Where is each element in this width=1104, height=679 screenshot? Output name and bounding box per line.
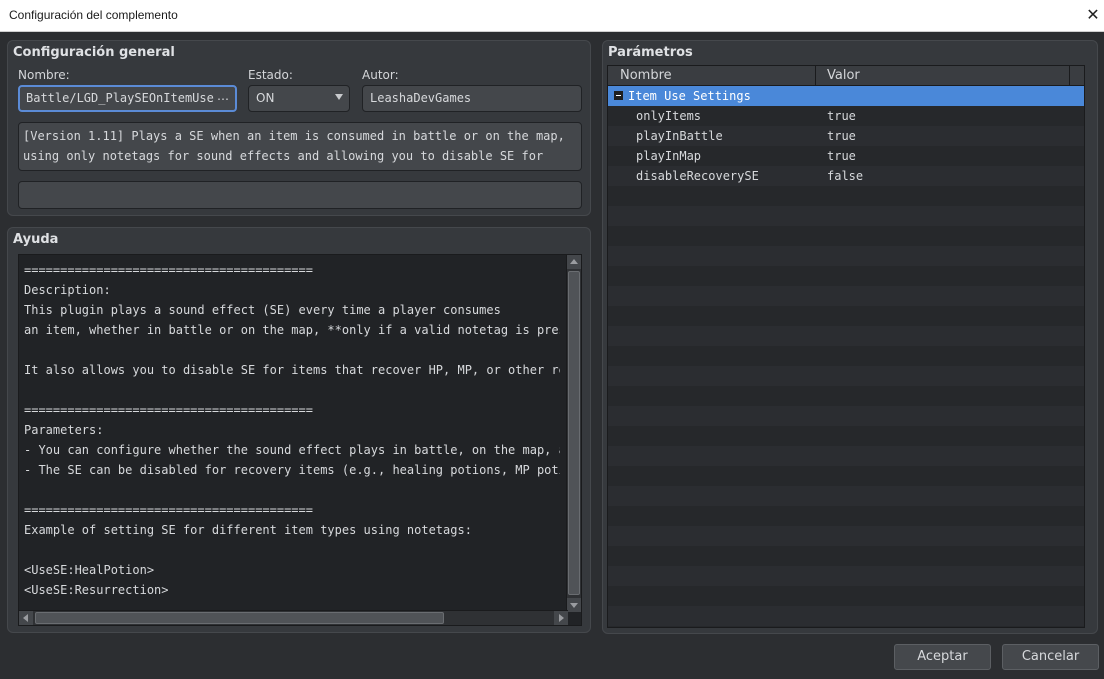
param-value: true (827, 149, 856, 163)
name-label: Nombre: (18, 68, 70, 82)
help-group: Ayuda ==================================… (7, 227, 591, 633)
collapse-icon[interactable] (614, 91, 623, 100)
table-row[interactable]: onlyItems true (608, 106, 1084, 126)
group-label: Item Use Settings (628, 89, 751, 103)
group-row-item-use-settings[interactable]: Item Use Settings (608, 86, 1084, 106)
browse-button[interactable]: … (217, 89, 229, 103)
help-vertical-scrollbar[interactable] (566, 255, 581, 612)
author-value: LeashaDevGames (370, 91, 472, 105)
param-name: playInMap (636, 149, 702, 163)
table-row[interactable]: playInMap true (608, 146, 1084, 166)
plugin-name-value: Battle/LGD_PlaySEOnItemUse (26, 91, 214, 105)
close-icon[interactable]: ✕ (1082, 0, 1104, 31)
status-label: Estado: (248, 68, 293, 82)
author-label: Autor: (362, 68, 399, 82)
chevron-down-icon (335, 94, 343, 100)
param-value: true (827, 129, 856, 143)
table-row[interactable]: disableRecoverySE false (608, 166, 1084, 186)
param-name: playInBattle (636, 129, 723, 143)
help-text-area[interactable]: ========================================… (18, 254, 582, 626)
table-header: Nombre Valor (608, 66, 1084, 86)
table-body: Item Use Settings onlyItems true playInB… (608, 86, 1084, 627)
parameters-title: Parámetros (608, 45, 693, 60)
param-value: true (827, 109, 856, 123)
vertical-scroll-thumb[interactable] (568, 271, 580, 595)
dialog-body: Configuración general Nombre: Battle/LGD… (0, 32, 1104, 679)
column-divider (815, 66, 816, 86)
scroll-right-icon[interactable] (554, 611, 568, 625)
title-bar: Configuración del complemento ✕ (0, 0, 1104, 32)
scroll-down-icon[interactable] (567, 598, 581, 612)
scroll-up-icon[interactable] (567, 255, 581, 269)
table-row[interactable]: playInBattle true (608, 126, 1084, 146)
author-field[interactable]: LeashaDevGames (362, 85, 582, 112)
param-value: false (827, 169, 864, 183)
status-value: ON (256, 91, 275, 105)
help-title: Ayuda (13, 232, 59, 247)
column-header-value[interactable]: Valor (827, 68, 860, 83)
param-name: onlyItems (636, 109, 702, 123)
accept-button[interactable]: Aceptar (894, 644, 991, 670)
status-select[interactable]: ON (248, 85, 350, 112)
help-text: ========================================… (24, 263, 560, 597)
general-settings-group: Configuración general Nombre: Battle/LGD… (7, 40, 591, 216)
extra-field[interactable] (18, 181, 582, 209)
plugin-name-field[interactable]: Battle/LGD_PlaySEOnItemUse … (18, 85, 237, 112)
scroll-left-icon[interactable] (19, 611, 33, 625)
horizontal-scroll-thumb[interactable] (35, 612, 444, 624)
cancel-button[interactable]: Cancelar (1002, 644, 1099, 670)
column-divider (1069, 66, 1070, 86)
help-horizontal-scrollbar[interactable] (19, 610, 568, 625)
parameters-group: Parámetros Nombre Valor Item Use Setting… (602, 40, 1098, 634)
parameters-table: Nombre Valor Item Use Settings onlyItems… (607, 65, 1085, 628)
param-name: disableRecoverySE (636, 169, 759, 183)
general-settings-title: Configuración general (13, 45, 175, 60)
column-header-name[interactable]: Nombre (620, 68, 672, 83)
description-field[interactable]: [Version 1.11] Plays a SE when an item i… (18, 122, 582, 171)
window-title: Configuración del complemento (9, 8, 178, 22)
